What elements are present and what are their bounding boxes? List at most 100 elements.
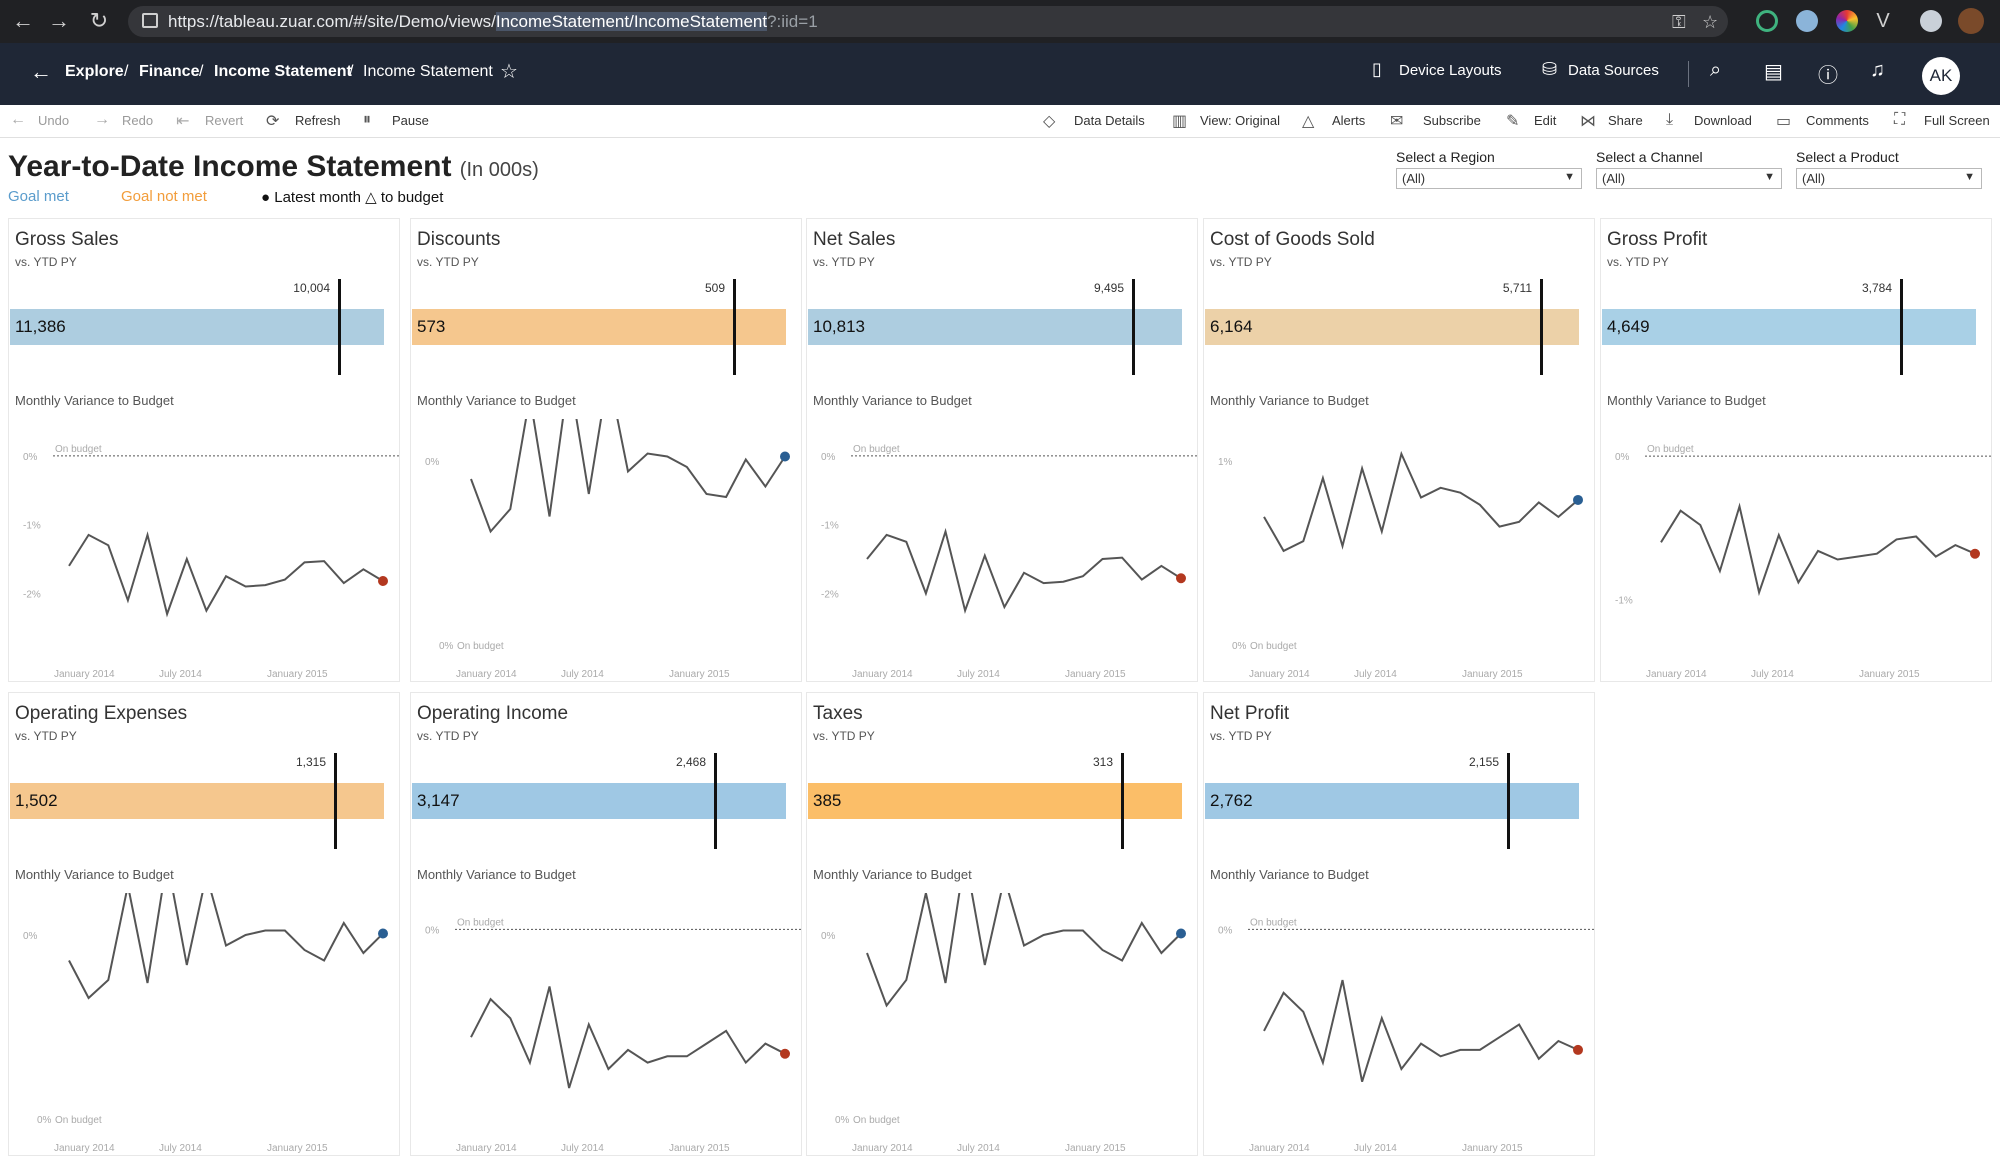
legend-goal-met: Goal met <box>8 188 69 205</box>
extension-v-icon[interactable]: V <box>1870 8 1896 34</box>
share-button[interactable]: Share <box>1608 113 1643 128</box>
kpi-panel[interactable]: Operating Income vs. YTD PY 3,147 2,468 Mont… <box>410 692 802 1156</box>
ytd-value: 573 <box>417 317 446 336</box>
prior-year-value: 9,495 <box>1093 281 1124 295</box>
user-avatar[interactable]: AK <box>1922 57 1960 95</box>
redo-button[interactable]: Redo <box>122 113 153 128</box>
panel-subtitle: vs. YTD PY <box>1210 255 1272 269</box>
favorite-star-icon[interactable]: ☆ <box>500 59 518 84</box>
key-icon[interactable]: ⚿ <box>1672 12 1686 33</box>
latest-month-dot <box>1176 573 1186 584</box>
kpi-panel[interactable]: Gross Profit vs. YTD PY 4,649 3,784 Monthly … <box>1600 218 1992 682</box>
subscribe-button[interactable]: Subscribe <box>1423 113 1481 128</box>
forward-icon[interactable]: → <box>46 8 72 34</box>
region-filter-select[interactable]: (All) ▼ <box>1396 168 1582 189</box>
extension-color-icon[interactable] <box>1836 10 1858 32</box>
undo-icon: ← <box>10 111 26 128</box>
y-tick-label: 1% <box>1218 457 1233 468</box>
on-budget-label: On budget <box>1250 917 1297 928</box>
on-budget-label: On budget <box>457 917 504 928</box>
star-icon[interactable]: ☆ <box>1702 12 1718 33</box>
legend-latest-month: ● Latest month △ to budget <box>261 189 444 206</box>
y-tick-label: -1% <box>821 521 839 532</box>
variance-line <box>68 531 384 618</box>
extension-blue-icon[interactable] <box>1796 10 1818 32</box>
data-sources-button[interactable]: Data Sources <box>1568 62 1659 79</box>
undo-button[interactable]: Undo <box>38 113 69 128</box>
breadcrumb-finance[interactable]: Finance <box>139 63 199 81</box>
prior-year-value: 2,155 <box>1468 755 1499 769</box>
pause-button[interactable]: Pause <box>392 113 429 128</box>
kpi-panel[interactable]: Cost of Goods Sold vs. YTD PY 6,164 5,711 Mo… <box>1203 218 1595 682</box>
ytd-value: 385 <box>813 791 842 810</box>
x-tick-label: January 2014 <box>852 669 913 680</box>
revert-button[interactable]: Revert <box>205 113 243 128</box>
kpi-panel[interactable]: Net Profit vs. YTD PY 2,762 2,155 Monthly Va… <box>1203 692 1595 1156</box>
breadcrumb-workbook[interactable]: Income Statement <box>214 63 352 81</box>
data-details-button[interactable]: Data Details <box>1074 113 1145 128</box>
y-tick-label: 0% <box>1218 925 1233 936</box>
y-tick-label: 0% <box>821 931 836 942</box>
kpi-panel[interactable]: Operating Expenses vs. YTD PY 1,502 1,315 Mo… <box>8 692 400 1156</box>
y-tick-label: 0% <box>821 452 836 463</box>
on-budget-label: On budget <box>55 444 102 455</box>
device-layouts-button[interactable]: Device Layouts <box>1399 62 1502 79</box>
x-tick-label: January 2015 <box>267 669 328 680</box>
x-tick-label: January 2015 <box>1065 1143 1126 1154</box>
refresh-button[interactable]: Refresh <box>295 113 341 128</box>
channel-filter-value: (All) <box>1602 171 1626 186</box>
help-icon[interactable]: ⓘ <box>1818 59 1838 88</box>
search-icon[interactable]: ⌕ <box>1710 59 1721 82</box>
prior-year-marker <box>1540 279 1543 375</box>
notifications-bell-icon[interactable]: ♫ <box>1870 59 1885 82</box>
monthly-variance-chart: On budget 0% January 2014 July 2014 January … <box>1218 917 1594 1154</box>
full-screen-button[interactable]: Full Screen <box>1924 113 1990 128</box>
channel-filter-select[interactable]: (All) ▼ <box>1596 168 1782 189</box>
reload-icon[interactable]: ↻ <box>86 8 112 34</box>
back-arrow-icon[interactable]: ← <box>30 59 52 85</box>
browser-bar: ← → ↻ https://tableau.zuar.com/#/site/De… <box>0 0 2000 43</box>
ytd-bar: 10,813 <box>808 309 1182 345</box>
y-tick-label: 0% <box>425 925 440 936</box>
url-text[interactable]: https://tableau.zuar.com/#/site/Demo/vie… <box>168 12 818 32</box>
view-original-button[interactable]: View: Original <box>1200 113 1280 128</box>
ytd-bar: 4,649 <box>1602 309 1976 345</box>
ytd-bar: 6,164 <box>1205 309 1579 345</box>
alerts-button[interactable]: Alerts <box>1332 113 1365 128</box>
breadcrumb-explore[interactable]: Explore <box>65 63 124 81</box>
prior-year-marker <box>338 279 341 375</box>
profile-avatar[interactable] <box>1958 8 1984 34</box>
extension-puzzle-icon[interactable] <box>1920 10 1942 32</box>
kpi-panel[interactable]: Discounts vs. YTD PY 573 509 Monthly Varianc… <box>410 218 802 682</box>
panel-title: Discounts <box>417 229 501 250</box>
redo-icon: → <box>94 111 110 128</box>
alerts-icon: △ <box>1302 113 1315 130</box>
ytd-value: 10,813 <box>813 317 865 336</box>
product-filter-select[interactable]: (All) ▼ <box>1796 168 1982 189</box>
back-icon[interactable]: ← <box>10 8 36 34</box>
whats-new-icon[interactable]: ▤ <box>1764 59 1783 84</box>
ytd-bar: 573 <box>412 309 786 345</box>
panel-subtitle: vs. YTD PY <box>813 255 875 269</box>
kpi-panel[interactable]: Gross Sales vs. YTD PY 11,386 10,004 Monthly… <box>8 218 400 682</box>
kpi-panel[interactable]: Net Sales vs. YTD PY 10,813 9,495 Monthly Va… <box>806 218 1198 682</box>
extension-green-icon[interactable] <box>1756 10 1778 32</box>
prior-year-value: 10,004 <box>293 281 330 295</box>
address-bar[interactable]: https://tableau.zuar.com/#/site/Demo/vie… <box>128 6 1728 37</box>
on-budget-label: On budget <box>55 1115 102 1126</box>
panel-title: Gross Profit <box>1607 229 1708 250</box>
download-button[interactable]: Download <box>1694 113 1752 128</box>
kpi-panel[interactable]: Taxes vs. YTD PY 385 313 Monthly Variance to… <box>806 692 1198 1156</box>
variance-line <box>866 893 1182 1008</box>
x-tick-label: January 2015 <box>1462 669 1523 680</box>
y-tick-label: -1% <box>1615 596 1633 607</box>
monthly-variance-label: Monthly Variance to Budget <box>417 393 576 408</box>
edit-button[interactable]: Edit <box>1534 113 1556 128</box>
device-icon: ▯ <box>1372 59 1382 79</box>
url-highlight: IncomeStatement/IncomeStatement <box>495 12 768 31</box>
panel-title: Net Sales <box>813 229 896 250</box>
monthly-variance-label: Monthly Variance to Budget <box>417 867 576 882</box>
comments-button[interactable]: Comments <box>1806 113 1869 128</box>
y-tick-label: 0% <box>1615 452 1630 463</box>
refresh-icon: ⟳ <box>266 113 280 130</box>
